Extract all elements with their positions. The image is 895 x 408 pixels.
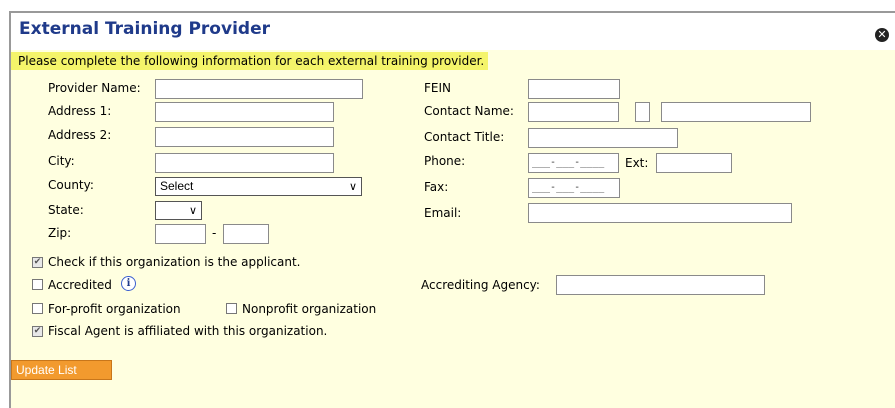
- zip-separator: -: [212, 226, 217, 240]
- fax-label: Fax:: [424, 180, 449, 194]
- close-icon[interactable]: ✕: [875, 28, 889, 42]
- address2-input[interactable]: [155, 127, 334, 147]
- state-select[interactable]: ∨: [155, 201, 202, 220]
- external-training-provider-dialog: External Training Provider ✕ Please comp…: [9, 11, 895, 408]
- accredited-label: Accredited: [48, 278, 112, 292]
- contact-middle-initial-input[interactable]: [635, 102, 650, 122]
- phone-input[interactable]: ___-___-____: [528, 153, 619, 173]
- dialog-title-bar: External Training Provider: [11, 13, 895, 50]
- county-selected-value: Select: [160, 179, 194, 193]
- fax-input[interactable]: ___-___-____: [528, 178, 620, 198]
- accredited-checkbox[interactable]: [32, 279, 43, 290]
- contact-name-label: Contact Name:: [424, 104, 514, 118]
- chevron-down-icon: ∨: [348, 181, 357, 193]
- provider-name-label: Provider Name:: [48, 81, 141, 95]
- city-label: City:: [48, 154, 75, 168]
- email-input[interactable]: [528, 203, 792, 223]
- info-icon[interactable]: i: [121, 276, 136, 291]
- nonprofit-checkbox[interactable]: [226, 303, 237, 314]
- address1-label: Address 1:: [48, 104, 112, 118]
- update-list-button[interactable]: Update List: [11, 360, 112, 380]
- applicant-checkbox[interactable]: ✔: [32, 257, 43, 268]
- contact-title-input[interactable]: [528, 128, 678, 148]
- ext-label: Ext:: [625, 156, 649, 170]
- phone-ext-input[interactable]: [656, 153, 732, 173]
- contact-title-label: Contact Title:: [424, 130, 505, 144]
- phone-label: Phone:: [424, 154, 466, 168]
- fiscal-agent-label: Fiscal Agent is affiliated with this org…: [48, 324, 328, 338]
- dialog-title: External Training Provider: [19, 19, 270, 39]
- zip-label: Zip:: [48, 226, 72, 240]
- address1-input[interactable]: [155, 102, 334, 122]
- for-profit-checkbox[interactable]: [32, 303, 43, 314]
- county-label: County:: [48, 178, 94, 192]
- city-input[interactable]: [155, 153, 334, 173]
- contact-first-name-input[interactable]: [528, 102, 619, 122]
- email-label: Email:: [424, 206, 462, 220]
- zip-ext-input[interactable]: [223, 224, 269, 244]
- fiscal-agent-checkbox[interactable]: ✔: [32, 326, 43, 337]
- for-profit-label: For-profit organization: [48, 302, 181, 316]
- applicant-label: Check if this organization is the applic…: [48, 255, 301, 269]
- instruction-text: Please complete the following informatio…: [11, 52, 489, 70]
- state-label: State:: [48, 203, 84, 217]
- address2-label: Address 2:: [48, 128, 112, 142]
- fein-input[interactable]: [528, 79, 620, 99]
- chevron-down-icon: ∨: [188, 205, 197, 217]
- provider-name-input[interactable]: [155, 79, 363, 99]
- accrediting-agency-input[interactable]: [556, 275, 765, 295]
- nonprofit-label: Nonprofit organization: [242, 302, 377, 316]
- fein-label: FEIN: [424, 81, 451, 95]
- zip-input[interactable]: [155, 224, 206, 244]
- contact-last-name-input[interactable]: [661, 102, 811, 122]
- county-select[interactable]: Select ∨: [155, 177, 362, 196]
- accrediting-agency-label: Accrediting Agency:: [421, 278, 540, 292]
